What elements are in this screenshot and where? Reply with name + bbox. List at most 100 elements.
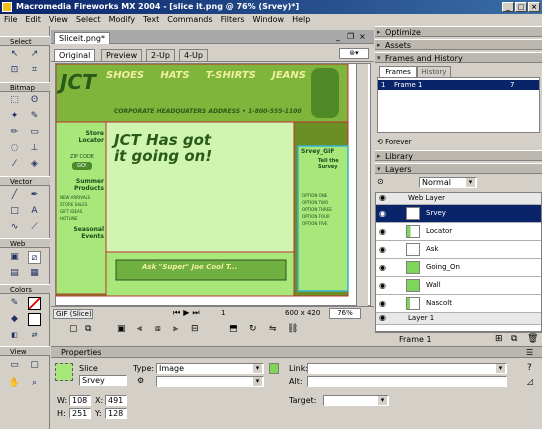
document-tab[interactable]: Sliceit.png* bbox=[54, 32, 110, 44]
menu-window[interactable]: Window bbox=[249, 15, 289, 24]
button-symbol-icon[interactable]: ▣ bbox=[117, 324, 126, 334]
fill-swatch[interactable] bbox=[28, 313, 41, 326]
minimize-button[interactable]: _ bbox=[502, 2, 514, 12]
scale-tool-icon[interactable]: ⊡ bbox=[8, 64, 21, 77]
panel-frames-header[interactable]: Frames and History bbox=[375, 52, 542, 64]
left-menu-item[interactable]: STORE SALES bbox=[60, 201, 104, 208]
eye-icon[interactable]: ◉ bbox=[379, 209, 386, 218]
menu-help[interactable]: Help bbox=[288, 15, 314, 24]
eraser-tool-icon[interactable]: ▭ bbox=[28, 126, 41, 139]
menu-edit[interactable]: Edit bbox=[21, 15, 45, 24]
tab-frames[interactable]: Frames bbox=[379, 66, 417, 77]
distribute-icon[interactable]: ⫸ bbox=[173, 324, 178, 334]
layer1-row[interactable]: ◉ Layer 1 bbox=[376, 313, 541, 325]
show-slices-icon[interactable]: ▦ bbox=[28, 267, 41, 280]
lasso-tool-icon[interactable]: ʘ bbox=[28, 94, 41, 107]
properties-header[interactable]: Properties ☰ bbox=[51, 347, 542, 358]
alt-field[interactable] bbox=[307, 376, 507, 387]
menu-modify[interactable]: Modify bbox=[105, 15, 140, 24]
pencil-tool-icon[interactable]: ✏ bbox=[8, 126, 21, 139]
pointer-tool-icon[interactable]: ↖ bbox=[8, 48, 21, 61]
doc-close-icon[interactable]: × bbox=[359, 32, 366, 41]
eye-icon[interactable]: ◉ bbox=[379, 281, 386, 290]
survey-option[interactable]: OPTION FOUR bbox=[302, 213, 346, 220]
survey-option[interactable]: OPTION ONE bbox=[302, 192, 346, 199]
line-tool-icon[interactable]: ╱ bbox=[8, 189, 21, 202]
banner-item[interactable]: JEANS bbox=[272, 70, 306, 81]
stroke-color-icon[interactable]: ✎ bbox=[8, 297, 21, 310]
slice-name-field[interactable]: Srvey bbox=[79, 375, 127, 386]
eye-icon[interactable]: ◉ bbox=[379, 313, 386, 322]
frame-row[interactable]: 1 Frame 1 7 bbox=[378, 80, 539, 90]
menu-view[interactable]: View bbox=[45, 15, 72, 24]
eye-icon[interactable]: ◉ bbox=[379, 263, 386, 272]
hand-tool-icon[interactable]: ✋ bbox=[8, 377, 21, 390]
loop-icon[interactable]: ⟲ bbox=[377, 138, 383, 146]
panel-layers-header[interactable]: Layers bbox=[375, 163, 542, 175]
layer-row[interactable]: ◉ Wall bbox=[376, 277, 541, 295]
type-select[interactable]: Image bbox=[156, 363, 264, 374]
text-tool-icon[interactable]: A bbox=[28, 205, 41, 218]
h-field[interactable]: 251 bbox=[69, 408, 91, 419]
fullscreen-menu-icon[interactable]: ▢ bbox=[28, 359, 41, 372]
vertical-scrollbar[interactable] bbox=[356, 64, 368, 307]
crop-tool-icon[interactable]: ⌗ bbox=[28, 64, 41, 77]
tab-preview[interactable]: Preview bbox=[101, 49, 143, 61]
marquee-tool-icon[interactable]: ⬚ bbox=[8, 94, 21, 107]
arrange-icon[interactable]: ⬒ bbox=[229, 324, 238, 334]
new-layer-icon[interactable]: ⊞ bbox=[495, 334, 503, 344]
menu-select[interactable]: Select bbox=[72, 15, 105, 24]
align-left-icon[interactable]: ⫷ bbox=[137, 324, 142, 334]
duplicate-layer-icon[interactable]: ⧉ bbox=[511, 334, 517, 344]
options-menu-icon[interactable]: ⊛▾ bbox=[339, 48, 369, 59]
default-colors-icon[interactable]: ◧ bbox=[8, 329, 21, 342]
tab-original[interactable]: Original bbox=[54, 49, 96, 61]
layer-row[interactable]: ◉ Locator bbox=[376, 223, 541, 241]
pen-tool-icon[interactable]: ✒ bbox=[28, 189, 41, 202]
align-center-icon[interactable]: ⧈ bbox=[155, 324, 161, 334]
delete-layer-icon[interactable]: 🗑 bbox=[527, 334, 538, 344]
left-menu-item[interactable]: HOTLINE bbox=[60, 215, 104, 222]
w-field[interactable]: 108 bbox=[69, 395, 91, 406]
menu-commands[interactable]: Commands bbox=[163, 15, 216, 24]
zoom-tool-icon[interactable]: ⌕ bbox=[28, 377, 41, 390]
properties-menu-icon[interactable]: ☰ bbox=[526, 347, 533, 358]
link-slices-icon[interactable]: ⛓ bbox=[287, 324, 298, 334]
subselect-tool-icon[interactable]: ↗ bbox=[28, 48, 41, 61]
rectangle-tool-icon[interactable]: □ bbox=[8, 205, 21, 218]
doc-restore-icon[interactable]: ❐ bbox=[347, 32, 354, 41]
menu-text[interactable]: Text bbox=[139, 15, 163, 24]
banner-item[interactable]: HATS bbox=[160, 70, 189, 81]
blur-tool-icon[interactable]: ◌ bbox=[8, 142, 21, 155]
banner-item[interactable]: T-SHIRTS bbox=[206, 70, 256, 81]
rotate-icon[interactable]: ↻ bbox=[249, 324, 257, 334]
survey-option[interactable]: OPTION FIVE bbox=[302, 220, 346, 227]
zoom-level[interactable]: 76% bbox=[329, 308, 361, 319]
left-menu-item[interactable]: NEW ARRIVALS bbox=[60, 194, 104, 201]
layer-row[interactable]: ◉ Nascolt bbox=[376, 295, 541, 313]
close-button[interactable]: × bbox=[528, 2, 540, 12]
blend-mode-select[interactable]: Normal bbox=[419, 177, 477, 188]
layer-row[interactable]: ◉ Ask bbox=[376, 241, 541, 259]
fill-color-icon[interactable]: ◆ bbox=[8, 313, 21, 326]
tab-history[interactable]: History bbox=[417, 66, 451, 77]
canvas-area[interactable]: JCT SHOES HATS T-SHIRTS JEANS CORPORATE … bbox=[55, 63, 371, 307]
new-button-icon[interactable]: ▢ bbox=[69, 324, 78, 334]
stroke-swatch[interactable] bbox=[28, 297, 41, 310]
doc-minimize-icon[interactable]: _ bbox=[336, 32, 340, 41]
layer-row[interactable]: ◉ Srvey bbox=[376, 205, 541, 223]
frame-controls[interactable]: ⏮▶⏭ bbox=[173, 308, 203, 318]
flip-icon[interactable]: ⇋ bbox=[269, 324, 277, 334]
freeform-tool-icon[interactable]: ∿ bbox=[8, 221, 21, 234]
hide-slices-icon[interactable]: ▤ bbox=[8, 267, 21, 280]
standard-mode-icon[interactable]: ▭ bbox=[8, 359, 21, 372]
paint-bucket-icon[interactable]: ◈ bbox=[28, 158, 41, 171]
panel-library-header[interactable]: Library bbox=[375, 150, 542, 162]
link-field[interactable] bbox=[307, 363, 507, 374]
slice-tool-icon[interactable]: ⧄ bbox=[28, 251, 41, 264]
align-right-icon[interactable]: ⊟ bbox=[191, 324, 199, 334]
left-menu-item[interactable]: GIFT IDEAS bbox=[60, 208, 104, 215]
behavior-icon[interactable]: ⚙ bbox=[137, 376, 144, 385]
layer-row[interactable]: ◉ Going_On bbox=[376, 259, 541, 277]
target-select[interactable] bbox=[323, 395, 389, 406]
